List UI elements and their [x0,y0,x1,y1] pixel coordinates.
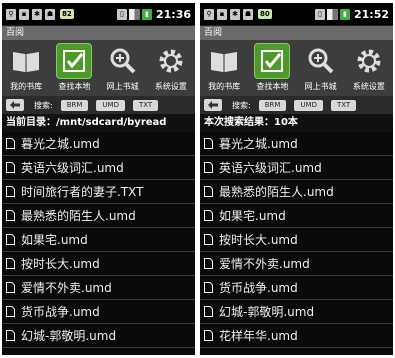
file-icon [204,330,213,341]
file-icon [204,162,213,173]
file-icon [204,258,213,269]
usb-debug-icon: ✱ [230,8,240,20]
list-item[interactable]: 英语六级词汇.umd [200,156,393,180]
main-toolbar: 我的书库 查找本地 网上书城 系统设置 [200,40,393,96]
file-icon [6,138,15,149]
search-result-count: 本次搜索结果：10本 [200,114,393,132]
file-icon [6,210,15,221]
list-item[interactable]: 按时长大.umd [200,228,393,252]
local-search-button[interactable]: 查找本地 [250,43,294,92]
file-icon [204,282,213,293]
list-item[interactable]: 英语六级词汇.umd [2,156,195,180]
arrow-left-icon [208,101,218,109]
file-icon [6,306,15,317]
current-directory: 当前目录：/mnt/sdcard/byread [2,114,195,132]
android-icon: ☗ [45,8,55,20]
signal-icon [128,8,140,20]
app-title: 百阅 [2,26,195,40]
search-label: 搜索: [34,100,53,110]
file-icon [6,282,15,293]
file-icon [6,258,15,269]
list-item[interactable]: 花样年华.umd [200,324,393,348]
online-bookstore-button[interactable]: 网上书城 [299,43,343,92]
file-icon [6,234,15,245]
book-icon [206,43,242,79]
magnifier-plus-icon [105,43,141,79]
file-icon [6,162,15,173]
signal-icon [326,8,338,20]
list-item[interactable]: 幻城-郭敬明.umd [2,324,195,348]
phone-screen-right: ⚲ ▪ ✱ ☗ 80 ▯ ▮ 21:52 百阅 我的书库 查找本地 网上书城 系… [200,3,393,355]
vibrate-icon: ▯ [116,8,127,20]
checkbox-icon [254,43,291,79]
local-search-button[interactable]: 查找本地 [52,43,96,92]
search-bar: 搜索: BRM UMD TXT [2,96,195,114]
file-list: 暮光之城.umd 英语六级词汇.umd 最熟悉的陌生人.umd 如果宅.umd … [200,132,393,348]
list-item[interactable]: 时间旅行者的妻子.TXT [2,180,195,204]
file-icon [204,306,213,317]
arrow-left-icon [10,101,20,109]
battery-badge: 80 [258,9,272,19]
file-icon [204,210,213,221]
file-list: 暮光之城.umd 英语六级词汇.umd 时间旅行者的妻子.TXT 最熟悉的陌生人… [2,132,195,348]
usb-icon: ⚲ [204,8,214,20]
file-icon [6,186,15,197]
vibrate-icon: ▯ [314,8,325,20]
battery-icon: ▮ [339,8,350,20]
status-bar: ⚲ ▪ ✱ ☗ 82 ▯ ▮ 21:36 [2,3,195,26]
battery-icon: ▮ [141,8,152,20]
file-icon [204,186,213,197]
status-bar: ⚲ ▪ ✱ ☗ 80 ▯ ▮ 21:52 [200,3,393,26]
my-library-button[interactable]: 我的书库 [202,43,246,92]
usb-icon: ⚲ [6,8,16,20]
list-item[interactable]: 爱情不外卖.umd [2,276,195,300]
android-icon: ☗ [243,8,253,20]
list-item[interactable]: 暮光之城.umd [2,132,195,156]
list-item[interactable]: 暮光之城.umd [200,132,393,156]
search-label: 搜索: [232,100,251,110]
clock: 21:52 [353,7,389,21]
gear-icon [153,43,189,79]
checkbox-icon [56,43,93,79]
app-title: 百阅 [200,26,393,40]
filter-txt-button[interactable]: TXT [330,99,357,111]
settings-button[interactable]: 系统设置 [347,43,391,92]
magnifier-plus-icon [303,43,339,79]
list-item[interactable]: 幻城-郭敬明.umd [200,300,393,324]
filter-brm-button[interactable]: BRM [258,99,287,111]
file-icon [204,234,213,245]
list-item[interactable]: 爱情不外卖.umd [200,252,393,276]
list-item[interactable]: 货币战争.umd [2,300,195,324]
filter-umd-button[interactable]: UMD [96,99,125,111]
main-toolbar: 我的书库 查找本地 网上书城 系统设置 [2,40,195,96]
gear-icon [351,43,387,79]
file-icon [204,138,213,149]
list-item[interactable]: 如果宅.umd [2,228,195,252]
back-button[interactable] [6,99,24,111]
list-item[interactable]: 最熟悉的陌生人.umd [200,180,393,204]
my-library-button[interactable]: 我的书库 [4,43,48,92]
phone-screen-left: ⚲ ▪ ✱ ☗ 82 ▯ ▮ 21:36 百阅 我的书库 查找本地 网上书城 系… [2,3,195,355]
sd-card-icon: ▪ [217,8,227,20]
search-bar: 搜索: BRM UMD TXT [200,96,393,114]
back-button[interactable] [204,99,222,111]
online-bookstore-button[interactable]: 网上书城 [101,43,145,92]
filter-txt-button[interactable]: TXT [132,99,159,111]
filter-umd-button[interactable]: UMD [294,99,323,111]
list-item[interactable]: 按时长大.umd [2,252,195,276]
file-icon [6,330,15,341]
list-item[interactable]: 最熟悉的陌生人.umd [2,204,195,228]
sd-card-icon: ▪ [19,8,29,20]
usb-debug-icon: ✱ [32,8,42,20]
list-item[interactable]: 货币战争.umd [200,276,393,300]
filter-brm-button[interactable]: BRM [60,99,89,111]
list-item[interactable]: 如果宅.umd [200,204,393,228]
settings-button[interactable]: 系统设置 [149,43,193,92]
book-icon [8,43,44,79]
clock: 21:36 [155,7,191,21]
battery-badge: 82 [60,9,74,19]
